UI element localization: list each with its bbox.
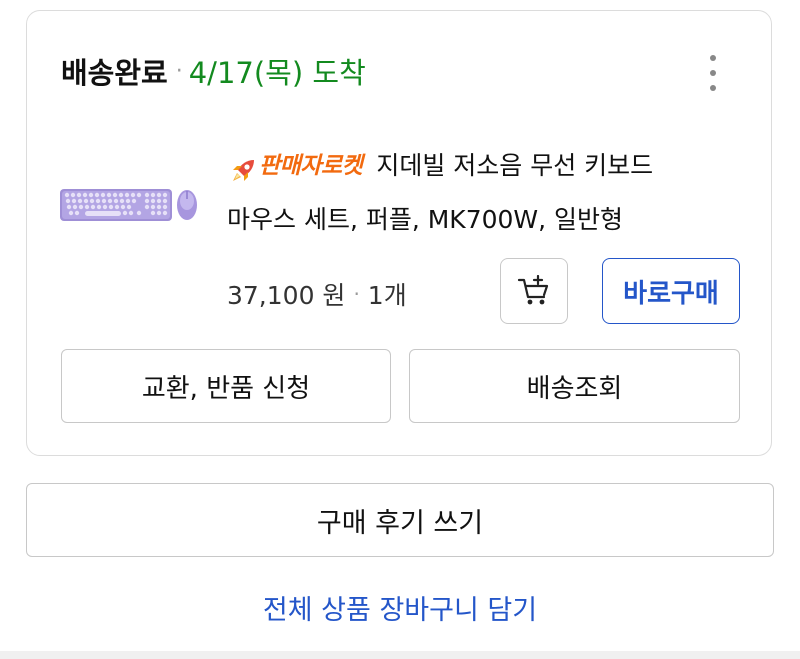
product-title-line-1: 판매자로켓 지데빌 저소음 무선 키보드	[227, 139, 747, 193]
price-separator: ·	[353, 282, 360, 306]
keyboard-mouse-thumbnail[interactable]	[59, 179, 199, 227]
price-quantity: 37,100 원 · 1개	[227, 269, 407, 319]
buy-now-button[interactable]: 바로구매	[602, 258, 740, 324]
status-label: 배송완료	[61, 56, 168, 90]
rocket-badge-label: 판매자로켓	[259, 153, 363, 179]
order-card: 배송완료 · 4/17(목) 도착 판매자로켓 지데빌 저소음 무선 키보드 마…	[26, 10, 772, 456]
bottom-divider	[0, 651, 800, 659]
return-exchange-button[interactable]: 교환, 반품 신청	[61, 349, 391, 423]
status-separator: ·	[175, 58, 183, 84]
rocket-icon	[233, 160, 254, 181]
product-info[interactable]: 판매자로켓 지데빌 저소음 무선 키보드 마우스 세트, 퍼플, MK700W,…	[227, 139, 747, 247]
seller-rocket-badge: 판매자로켓	[227, 139, 363, 193]
add-to-cart-icon	[517, 275, 549, 305]
product-quantity: 1개	[367, 281, 407, 310]
more-options-icon[interactable]	[701, 55, 725, 91]
product-price: 37,100 원	[227, 281, 346, 310]
product-title-text-1: 지데빌 저소음 무선 키보드	[376, 151, 654, 180]
arrival-date: 4/17(목) 도착	[188, 56, 366, 90]
track-delivery-button[interactable]: 배송조회	[409, 349, 740, 423]
product-title-line-2: 마우스 세트, 퍼플, MK700W, 일반형	[227, 205, 624, 234]
add-to-cart-button[interactable]	[500, 258, 568, 324]
write-review-button[interactable]: 구매 후기 쓰기	[26, 483, 774, 557]
add-all-to-cart-link[interactable]: 전체 상품 장바구니 담기	[0, 582, 800, 632]
delivery-status: 배송완료 · 4/17(목) 도착	[61, 49, 366, 93]
